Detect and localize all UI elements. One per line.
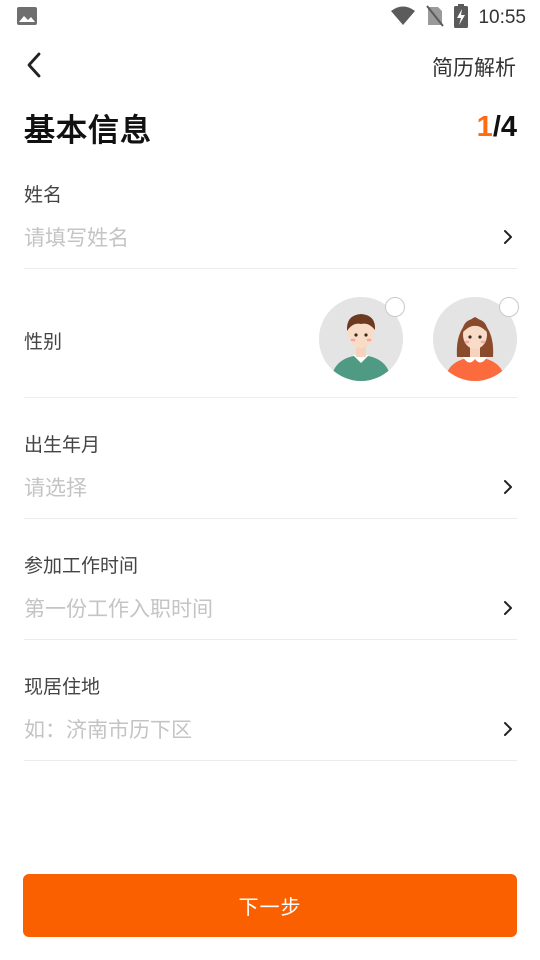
next-button[interactable]: 下一步 xyxy=(23,874,517,937)
work-start-label: 参加工作时间 xyxy=(24,555,139,577)
chevron-right-icon xyxy=(501,720,515,738)
chevron-right-icon xyxy=(501,228,515,246)
birth-placeholder: 请选择 xyxy=(24,476,87,500)
name-placeholder: 请填写姓名 xyxy=(24,226,129,250)
residence-field: 现居住地 如：济南市历下区 xyxy=(24,640,517,761)
name-field: 姓名 请填写姓名 xyxy=(24,170,517,269)
heading-row: 基本信息 1/4 xyxy=(24,102,517,152)
birth-select[interactable]: 请选择 xyxy=(24,472,517,502)
back-button[interactable] xyxy=(20,47,48,87)
residence-placeholder: 如：济南市历下区 xyxy=(24,718,192,742)
page-title: 基本信息 xyxy=(24,112,152,149)
gender-options xyxy=(319,297,519,381)
step-counter: 1/4 xyxy=(477,111,517,144)
resume-parse-link[interactable]: 简历解析 xyxy=(432,52,516,82)
residence-select[interactable]: 如：济南市历下区 xyxy=(24,714,517,744)
name-input[interactable]: 请填写姓名 xyxy=(24,222,517,252)
battery-charging-icon xyxy=(454,4,469,32)
image-icon xyxy=(16,6,38,30)
residence-label: 现居住地 xyxy=(24,676,101,698)
birth-field: 出生年月 请选择 xyxy=(24,398,517,519)
female-option[interactable] xyxy=(433,297,519,381)
gender-field: 性别 xyxy=(24,269,519,398)
work-start-placeholder: 第一份工作入职时间 xyxy=(24,597,213,621)
male-option[interactable] xyxy=(319,297,405,381)
status-bar: 10:55 xyxy=(0,0,540,36)
name-label: 姓名 xyxy=(24,184,63,206)
gender-label: 性别 xyxy=(24,331,63,353)
step-total: /4 xyxy=(492,110,517,143)
no-sim-icon xyxy=(426,5,445,31)
work-start-field: 参加工作时间 第一份工作入职时间 xyxy=(24,519,517,640)
female-radio[interactable] xyxy=(499,297,519,317)
wifi-icon xyxy=(390,6,416,30)
step-current: 1 xyxy=(476,110,493,143)
work-start-select[interactable]: 第一份工作入职时间 xyxy=(24,593,517,623)
chevron-right-icon xyxy=(501,478,515,496)
status-icons: 10:55 xyxy=(390,4,526,32)
birth-label: 出生年月 xyxy=(24,434,101,456)
chevron-right-icon xyxy=(501,599,515,617)
top-bar: 简历解析 xyxy=(0,44,540,90)
basic-info-form: 姓名 请填写姓名 性别 出生年月 请选择 参加工作时间 第一份工作入职时间 现居… xyxy=(24,170,519,761)
status-time: 10:55 xyxy=(478,7,526,28)
back-arrow-icon xyxy=(26,52,42,82)
male-radio[interactable] xyxy=(385,297,405,317)
